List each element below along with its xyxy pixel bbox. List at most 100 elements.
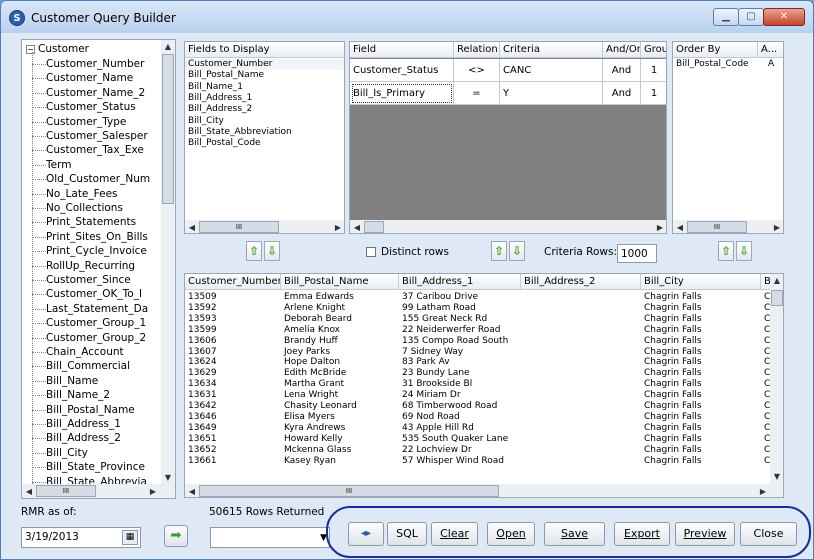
scroll-up-icon[interactable]: ▲ xyxy=(770,274,783,287)
tree-item[interactable]: Bill_Commercial xyxy=(46,359,130,373)
criteria-move-down-icon[interactable]: ⇩ xyxy=(509,241,525,261)
criteria-row[interactable]: Bill_Is_Primary = Y And 1 xyxy=(350,82,666,105)
tree-item[interactable]: Customer_Name_2 xyxy=(46,86,145,100)
scroll-left-icon[interactable]: ◀ xyxy=(185,221,199,233)
result-row[interactable]: 13607 Joey Parks 7 Sidney Way Chagrin Falls… xyxy=(185,347,770,358)
field-display-item[interactable]: Bill_Address_1 xyxy=(185,93,344,104)
result-row[interactable]: 13629 Edith McBride 23 Bundy Lane Chagrin F… xyxy=(185,368,770,379)
field-display-item[interactable]: Bill_State_Abbreviation xyxy=(185,127,344,138)
scroll-down-icon[interactable]: ▼ xyxy=(161,471,175,484)
criteria-row[interactable]: Customer_Status <> CANC And 1 xyxy=(350,59,666,82)
result-row[interactable]: 13593 Deborah Beard 155 Great Neck Rd Chagr… xyxy=(185,314,770,325)
tree-vscroll-thumb[interactable] xyxy=(162,54,174,204)
minimize-button[interactable]: ▁ xyxy=(713,8,739,26)
tree-item[interactable]: Bill_Address_2 xyxy=(46,431,121,445)
order-by-row[interactable]: Bill_Postal_Code A xyxy=(673,59,783,70)
criteria-cell-relation[interactable]: = xyxy=(454,82,500,105)
move-down-icon[interactable]: ⇩ xyxy=(264,241,280,261)
open-button[interactable]: Open xyxy=(487,522,535,546)
tree-item[interactable]: Customer_Group_2 xyxy=(46,331,146,345)
tree-item[interactable]: Customer_Status xyxy=(46,100,136,114)
criteria-cell-field[interactable]: Bill_Is_Primary xyxy=(350,82,454,105)
results-vscroll-thumb[interactable] xyxy=(771,290,783,306)
tree-item[interactable]: Bill_State_Province xyxy=(46,460,145,474)
order-by-direction[interactable]: A xyxy=(758,59,783,70)
close-button[interactable]: Close xyxy=(740,522,797,546)
tree-item[interactable]: RollUp_Recurring xyxy=(46,259,135,273)
tree-item[interactable]: Customer_OK_To_I xyxy=(46,287,142,301)
criteria-cell-criteria[interactable]: Y xyxy=(500,82,603,105)
order-move-down-icon[interactable]: ⇩ xyxy=(736,241,752,261)
fields-hscroll[interactable]: ◀ III ▶ xyxy=(185,220,344,233)
tree-item[interactable]: No_Collections xyxy=(46,201,123,215)
result-row[interactable]: 13642 Chasity Leonard 68 Timberwood Road Ch… xyxy=(185,401,770,412)
scroll-right-icon[interactable]: ▶ xyxy=(770,221,783,233)
result-row[interactable]: 13634 Martha Grant 31 Brookside Bl Chagrin … xyxy=(185,379,770,390)
fields-to-display-list[interactable]: Fields to Display Customer_Number Bill_Po… xyxy=(184,41,345,234)
tree-item[interactable]: Print_Sites_On_Bills xyxy=(46,230,148,244)
criteria-rows-input[interactable]: 1000 xyxy=(617,244,657,263)
tree-item[interactable]: Bill_Address_1 xyxy=(46,417,121,431)
criteria-cell-relation[interactable]: <> xyxy=(454,59,500,82)
results-grid[interactable]: Customer_Number Bill_Postal_Name Bill_Ad… xyxy=(184,273,784,498)
scroll-right-icon[interactable]: ▶ xyxy=(756,485,770,497)
criteria-hscroll-thumb[interactable] xyxy=(364,221,384,233)
tree-hscroll[interactable]: ◀ III ▶ xyxy=(22,484,175,498)
criteria-move-up-icon[interactable]: ⇧ xyxy=(491,241,507,261)
tree-item[interactable]: Chain_Account xyxy=(46,345,124,359)
result-row[interactable]: 13631 Lena Wright 24 Miriam Dr Chagrin Fall… xyxy=(185,390,770,401)
tree-item[interactable]: Bill_City xyxy=(46,446,88,460)
order-by-hscroll-thumb[interactable]: III xyxy=(687,221,747,233)
order-move-up-icon[interactable]: ⇧ xyxy=(718,241,734,261)
tree-item[interactable]: Term xyxy=(46,158,71,172)
tree-item[interactable]: Customer_Group_1 xyxy=(46,316,146,330)
collapse-icon[interactable]: − xyxy=(26,44,35,54)
criteria-hscroll[interactable]: ◀ ▶ xyxy=(350,220,666,233)
results-hscroll[interactable]: ◀ III ▶ xyxy=(185,484,783,497)
tree-item[interactable]: Bill_Name_2 xyxy=(46,388,110,402)
criteria-cell-criteria[interactable]: CANC xyxy=(500,59,603,82)
tree-item[interactable]: Print_Cycle_Invoice xyxy=(46,244,147,258)
result-row[interactable]: 13592 Arlene Knight 99 Latham Road Chagrin … xyxy=(185,303,770,314)
order-by-hscroll[interactable]: ◀ III ▶ xyxy=(673,220,783,233)
maximize-button[interactable]: ▢ xyxy=(738,8,764,26)
field-display-item[interactable]: Bill_City xyxy=(185,116,344,127)
calendar-icon[interactable]: ▦ xyxy=(122,530,138,545)
go-arrow-button[interactable]: ➡ xyxy=(164,525,188,547)
order-by-field[interactable]: Bill_Postal_Code xyxy=(673,59,758,70)
result-row[interactable]: 13651 Howard Kelly 535 South Quaker Lane Ch… xyxy=(185,434,770,445)
result-row[interactable]: 13646 Elisa Myers 69 Nod Road Chagrin Falls… xyxy=(185,412,770,423)
tree-item[interactable]: Print_Statements xyxy=(46,215,136,229)
scroll-up-icon[interactable]: ▲ xyxy=(161,40,175,53)
result-row[interactable]: 13624 Hope Dalton 83 Park Av Chagrin Falls C xyxy=(185,357,770,368)
clear-button[interactable]: Clear xyxy=(431,522,478,546)
scroll-right-icon[interactable]: ▶ xyxy=(653,221,666,233)
tree-item[interactable]: Customer_Type xyxy=(46,115,126,129)
scroll-left-icon[interactable]: ◀ xyxy=(673,221,687,233)
sql-button[interactable]: SQL xyxy=(387,522,427,546)
result-row[interactable]: 13652 Mckenna Glass 22 Lochview Dr Chagrin … xyxy=(185,445,770,456)
scroll-left-icon[interactable]: ◀ xyxy=(185,485,199,497)
tree-item[interactable]: Customer_Name xyxy=(46,71,133,85)
tree-vscroll[interactable]: ▲ ▼ xyxy=(161,40,175,485)
criteria-cell-group[interactable]: 1 xyxy=(641,59,666,82)
tree-item[interactable]: Customer_Tax_Exe xyxy=(46,143,144,157)
close-window-button[interactable]: ✕ xyxy=(763,8,805,26)
field-display-item[interactable]: Customer_Number xyxy=(185,59,344,70)
criteria-grid[interactable]: Field Relation Criteria And/Or Group Cus… xyxy=(349,41,667,234)
result-row[interactable]: 13649 Kyra Andrews 43 Apple Hill Rd Chagrin… xyxy=(185,423,770,434)
tree-item[interactable]: Bill_Name xyxy=(46,374,98,388)
tree-hscroll-thumb[interactable]: III xyxy=(36,485,96,497)
preview-button[interactable]: Preview xyxy=(675,522,735,546)
field-display-item[interactable]: Bill_Postal_Name xyxy=(185,70,344,81)
export-button[interactable]: Export xyxy=(614,522,670,546)
tree-item[interactable]: Customer_Since xyxy=(46,273,131,287)
rmr-date-input[interactable]: 3/19/2013 ▦ xyxy=(21,527,141,548)
scroll-down-icon[interactable]: ▼ xyxy=(770,470,783,483)
field-display-item[interactable]: Bill_Postal_Code xyxy=(185,138,344,149)
swap-button[interactable]: ◂▸ xyxy=(348,522,384,546)
tree-root[interactable]: − Customer xyxy=(26,42,89,56)
tree-item[interactable]: Customer_Salesper xyxy=(46,129,148,143)
criteria-cell-andor[interactable]: And xyxy=(603,59,641,82)
results-hscroll-thumb[interactable]: III xyxy=(199,485,499,497)
